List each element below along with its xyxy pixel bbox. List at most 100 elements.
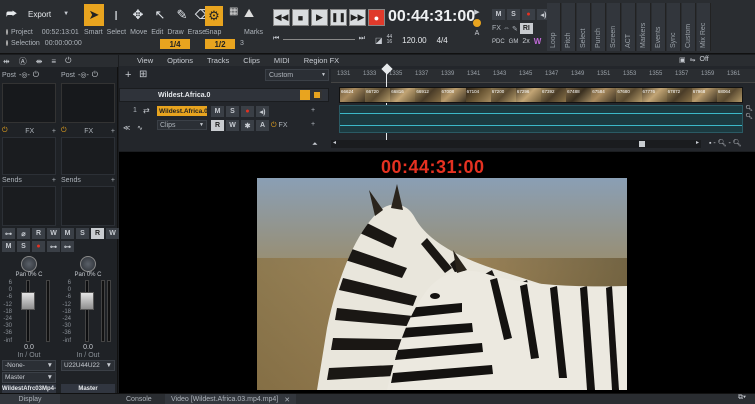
eq-display[interactable] — [2, 83, 56, 123]
track-mute-button[interactable]: M — [211, 106, 224, 117]
track-env-icon[interactable]: ∿ — [137, 124, 143, 132]
panel-options-icon[interactable]: ⧉▾ — [738, 394, 746, 402]
menu-clips[interactable]: Clips — [243, 55, 260, 66]
edit-icon[interactable]: ✎ — [512, 25, 518, 33]
folder-archive-button[interactable] — [300, 90, 310, 100]
power-icon[interactable]: ⏻ — [92, 70, 98, 80]
volume-fader[interactable]: 6 0 -6 -12 -18 -24 -30 -36 -inf — [2, 280, 56, 344]
snap-off-control[interactable]: ▣ ⇋ Off — [679, 56, 709, 64]
timeline-ruler[interactable]: 1331 1333 1335 1337 1339 1341 1343 1345 … — [331, 69, 755, 83]
menu-midi[interactable]: MIDI — [274, 55, 290, 66]
track-fx-power-icon[interactable]: ⏻ — [271, 122, 277, 130]
position-slider[interactable]: ⏮ ⏭ — [273, 35, 365, 42]
w-button[interactable]: W — [534, 37, 542, 46]
horizontal-zoom[interactable]: ▪︎ - 🔍︎ - 🔍︎ — [709, 139, 742, 147]
arm-button[interactable]: ● — [32, 241, 45, 252]
console-a-icon[interactable]: Ⓐ — [19, 56, 27, 67]
module-tab-mix-rec[interactable]: Mix Rec — [697, 3, 711, 51]
pause-icon[interactable]: ❚❚ — [330, 9, 347, 26]
track-folder-icon[interactable]: ⊞ — [139, 69, 147, 80]
volume-fader[interactable]: 6 0 -6 -12 -18 -24 -30 -36 -inf — [61, 280, 115, 344]
metronome-icon[interactable]: ◪ — [375, 36, 383, 45]
mute-button[interactable]: M — [2, 241, 15, 252]
add-track-icon[interactable]: + — [125, 69, 131, 81]
module-tab-act[interactable]: ACT — [622, 3, 636, 51]
play-icon[interactable]: ▶ — [311, 9, 328, 26]
menu-options[interactable]: Options — [167, 55, 193, 66]
mute-button[interactable]: M — [61, 228, 74, 239]
record-mode-icon[interactable] — [473, 19, 481, 27]
pan-knob[interactable] — [21, 256, 37, 272]
track-folder-row[interactable]: Wildest.Africa.0 — [119, 88, 329, 102]
read-button[interactable]: R — [32, 228, 45, 239]
menu-view[interactable]: View — [137, 55, 153, 66]
auto-icon[interactable]: A — [475, 30, 480, 37]
snap-view-icon[interactable]: ▣ — [679, 56, 686, 64]
fader-cap[interactable] — [80, 292, 94, 310]
track-fx-add-icon[interactable]: + — [311, 121, 315, 128]
fx-power-icon[interactable]: ⏻ — [2, 127, 8, 135]
fx-power-icon[interactable]: ⏻ — [61, 127, 67, 135]
solo-button[interactable]: S — [507, 9, 520, 20]
zoom-in-icon[interactable]: 🔍︎ — [745, 105, 753, 112]
sends-add-icon[interactable]: + — [111, 177, 115, 184]
ripple-icon[interactable]: ⊶ — [61, 241, 74, 252]
track-fx-label[interactable]: FX — [279, 122, 288, 129]
edit-tool-icon[interactable]: ↖ — [150, 4, 170, 26]
fader-cap[interactable] — [21, 292, 35, 310]
snap-grid-icon[interactable]: ▦ — [229, 6, 238, 17]
gm-button[interactable]: GM — [509, 39, 519, 45]
module-tab-events[interactable]: Events — [652, 3, 666, 51]
marks-icon[interactable]: ⛰ — [244, 6, 254, 21]
zoom-out-icon[interactable]: 🔍︎ — [745, 113, 753, 120]
smart-tool-icon[interactable]: ➤ — [84, 4, 104, 26]
menu-region-fx[interactable]: Region FX — [304, 55, 339, 66]
export-button[interactable]: ⮫ Export ▼ — [6, 6, 70, 22]
snap-value-field[interactable]: 1/2 — [205, 39, 235, 49]
phase-icon[interactable]: -◎- — [19, 71, 30, 79]
menu-tracks[interactable]: Tracks — [207, 55, 229, 66]
track-write-button[interactable]: W — [226, 120, 239, 131]
solo-button[interactable]: S — [76, 228, 89, 239]
solo-button[interactable]: S — [17, 241, 30, 252]
snap-icon[interactable]: ⚙ — [205, 6, 223, 26]
console-link-icon[interactable]: ⇼ — [36, 57, 43, 66]
tab-console[interactable]: Console — [120, 394, 158, 404]
tempo-value[interactable]: 120.00 — [402, 36, 426, 45]
power-icon[interactable]: ⏻ — [33, 70, 39, 80]
module-tab-markers[interactable]: Markers — [637, 3, 651, 51]
phase-invert-icon[interactable]: ⌀ — [17, 228, 30, 239]
sends-add-icon[interactable]: + — [52, 177, 56, 184]
track-name-field[interactable]: Wildest.Africa.03 — [157, 106, 207, 116]
module-tab-pitch[interactable]: Pitch — [562, 3, 576, 51]
arm-button[interactable]: ● — [522, 9, 535, 20]
clips-select[interactable]: Clips ▼ — [157, 120, 207, 130]
move-tool-icon[interactable]: ✥ — [128, 4, 148, 26]
eq-display[interactable] — [61, 83, 115, 123]
vertical-zoom[interactable]: 🔍︎ 🔍︎ — [743, 105, 755, 133]
output-select[interactable]: U22U44U22 ▼ — [61, 360, 115, 371]
track-add-icon[interactable]: + — [311, 107, 315, 114]
video-thumbnail-strip[interactable]: 66624 66720 66816 66912 67008 67104 6720… — [339, 87, 743, 103]
module-tab-punch[interactable]: Punch — [592, 3, 606, 51]
fx-add-icon[interactable]: + — [52, 128, 56, 135]
module-tab-custom[interactable]: Custom — [682, 3, 696, 51]
fast-forward-icon[interactable]: ▶▶ — [349, 9, 366, 26]
track-arm-button[interactable]: ● — [241, 106, 254, 117]
close-tab-icon[interactable]: ✕ — [284, 396, 290, 404]
track-read-button[interactable]: R — [211, 120, 224, 131]
folder-freeze-button[interactable] — [312, 90, 322, 100]
write-button[interactable]: W — [106, 228, 119, 239]
stop-icon[interactable]: ■ — [292, 9, 309, 26]
select-tool-icon[interactable]: I — [106, 4, 126, 26]
play-small-icon[interactable]: ▶ — [474, 8, 479, 16]
ripple-icon[interactable]: ⊶ — [2, 228, 15, 239]
track-row[interactable]: 1 ⇄ Wildest.Africa.03 M S ● ◂) + Clips ▼… — [119, 104, 329, 136]
module-tab-sync[interactable]: Sync — [667, 3, 681, 51]
console-list-icon[interactable]: ≡ — [51, 57, 56, 66]
draw-tool-icon[interactable]: ✎ — [172, 4, 192, 26]
output-select[interactable]: Master ▼ — [2, 372, 56, 383]
input-select[interactable]: -None- ▼ — [2, 360, 56, 371]
post-button[interactable]: Post — [2, 72, 16, 79]
write-button[interactable]: W — [47, 228, 60, 239]
